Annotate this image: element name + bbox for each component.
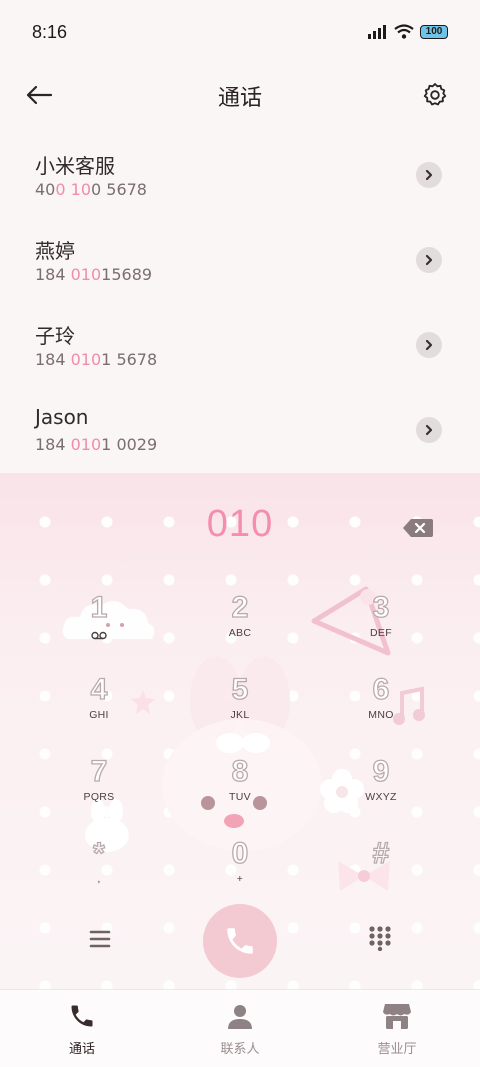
- key-digit: 2: [231, 590, 249, 624]
- contact-number: 400 100 5678: [35, 180, 147, 199]
- backspace-button[interactable]: [402, 517, 434, 539]
- chevron-right-icon: [425, 254, 433, 266]
- dial-key-0[interactable]: 0 +: [190, 836, 290, 907]
- contact-number: 184 0101 0029: [35, 435, 157, 454]
- number-segment: 40: [35, 180, 56, 199]
- dial-key-4[interactable]: 4 GHI: [49, 672, 149, 743]
- status-time: 8:16: [32, 22, 68, 42]
- dial-key-star[interactable]: *,: [49, 836, 149, 907]
- chevron-right-icon: [425, 339, 433, 351]
- number-match-highlight: 0: [55, 180, 66, 199]
- phone-icon: [71, 1005, 93, 1027]
- key-letters: PQRS: [83, 791, 115, 803]
- nav-label: 联系人: [220, 1042, 260, 1057]
- header: 通话: [0, 64, 480, 124]
- key-letters: GHI: [89, 709, 109, 721]
- contact-detail-button[interactable]: [416, 162, 442, 188]
- keypad-toggle-button[interactable]: [368, 925, 392, 952]
- dialpad-icon: [369, 926, 391, 952]
- dial-key-9[interactable]: 9 WXYZ: [331, 754, 431, 825]
- number-segment: 184: [35, 435, 71, 454]
- number-match-highlight: 010: [70, 265, 102, 284]
- voicemail-icon: [91, 631, 107, 640]
- nav-label: 营业厅: [377, 1042, 417, 1057]
- key-letters: DEF: [370, 627, 392, 639]
- contact-item[interactable]: Jason 184 0101 0029: [0, 395, 480, 480]
- chevron-right-icon: [425, 424, 433, 436]
- key-digit: 7: [90, 754, 108, 788]
- call-button[interactable]: [203, 904, 277, 978]
- key-digit: 6: [372, 672, 390, 706]
- contact-name: 燕婷: [35, 239, 75, 263]
- backspace-icon: [403, 519, 433, 537]
- key-letters: JKL: [230, 709, 250, 721]
- key-digit: *: [93, 836, 106, 870]
- number-match-highlight: 010: [70, 350, 102, 369]
- key-digit: 1: [90, 590, 108, 624]
- key-letters: WXYZ: [365, 791, 397, 803]
- menu-icon: [89, 930, 111, 948]
- battery-icon: 100: [420, 24, 448, 39]
- page-title: 通话: [217, 86, 262, 111]
- bottom-navigation: 通话 联系人 营业厅: [0, 989, 480, 1067]
- number-segment: 184: [35, 350, 71, 369]
- contact-name: Jason: [35, 405, 89, 429]
- key-digit: 3: [372, 590, 390, 624]
- contact-name: 子玲: [35, 324, 75, 348]
- signal-icon: [368, 24, 386, 39]
- status-bar: 8:16 100: [0, 0, 480, 64]
- nav-label: 通话: [68, 1042, 95, 1057]
- nav-contacts[interactable]: 联系人: [190, 1002, 290, 1057]
- wifi-icon: [394, 24, 414, 39]
- chevron-right-icon: [425, 169, 433, 181]
- contact-number: 184 0101 5678: [35, 350, 157, 369]
- key-letters: TUV: [229, 791, 251, 803]
- contact-item[interactable]: 燕婷 184 01015689: [0, 225, 480, 310]
- number-segment: 0 5678: [91, 180, 147, 199]
- key-digit: 0: [231, 836, 249, 870]
- key-digit: 5: [231, 672, 249, 706]
- store-icon: [383, 1004, 411, 1029]
- menu-button[interactable]: [86, 927, 114, 951]
- number-match-highlight: 010: [70, 435, 102, 454]
- contact-name: 小米客服: [35, 154, 115, 178]
- contact-detail-button[interactable]: [416, 247, 442, 273]
- dial-key-2[interactable]: 2 ABC: [190, 590, 290, 661]
- key-letters: +: [236, 873, 244, 885]
- dialer-panel: 010 1 2 ABC 3 DEF 4 GHI 5 JKL 6 MNO 7 PQRS 8 TUV 9 WXYZ *…: [0, 473, 480, 989]
- dial-key-7[interactable]: 7 PQRS: [49, 754, 149, 825]
- nav-service-hall[interactable]: 营业厅: [347, 1002, 447, 1057]
- number-match-highlight: 10: [70, 180, 91, 199]
- dial-key-1[interactable]: 1: [49, 590, 149, 661]
- contact-item[interactable]: 小米客服 400 100 5678: [0, 140, 480, 225]
- number-segment: 15689: [101, 265, 153, 284]
- dial-key-6[interactable]: 6 MNO: [331, 672, 431, 743]
- dial-key-8[interactable]: 8 TUV: [190, 754, 290, 825]
- key-letters: ,: [97, 873, 101, 885]
- settings-button[interactable]: [418, 78, 452, 112]
- phone-icon: [227, 928, 253, 954]
- key-letters: ABC: [228, 627, 252, 639]
- contact-detail-button[interactable]: [416, 417, 442, 443]
- number-segment: 1 5678: [101, 350, 158, 369]
- status-icons: 100: [368, 24, 448, 39]
- contact-number: 184 01015689: [35, 265, 152, 284]
- contact-item[interactable]: 子玲 184 0101 5678: [0, 310, 480, 395]
- dial-key-5[interactable]: 5 JKL: [190, 672, 290, 743]
- key-digit: 9: [372, 754, 390, 788]
- dial-key-hash[interactable]: #: [331, 836, 431, 907]
- key-digit: #: [372, 836, 390, 870]
- key-letters: MNO: [368, 709, 394, 721]
- contact-detail-button[interactable]: [416, 332, 442, 358]
- key-digit: 4: [90, 672, 108, 706]
- contact-list: 小米客服 400 100 5678 燕婷 184 01015689 子玲 184 0101…: [0, 140, 480, 480]
- person-icon: [228, 1005, 252, 1029]
- key-digit: 8: [231, 754, 249, 788]
- number-segment: 184: [35, 265, 71, 284]
- nav-calls[interactable]: 通话: [32, 1002, 132, 1057]
- number-segment: 1 0029: [101, 435, 158, 454]
- dial-key-3[interactable]: 3 DEF: [331, 590, 431, 661]
- gear-icon: [423, 83, 447, 106]
